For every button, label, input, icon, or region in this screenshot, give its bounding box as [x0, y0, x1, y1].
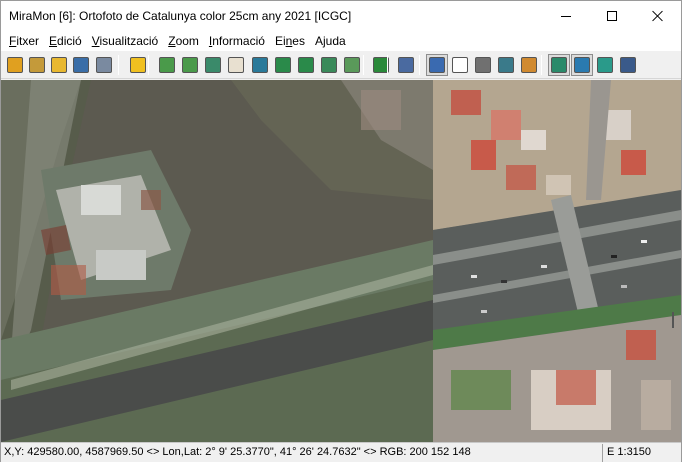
menu-ajuda[interactable]: Ajuda: [310, 31, 351, 51]
measure-icon: [498, 57, 514, 73]
menu-fitxer[interactable]: Fitxer: [4, 31, 44, 51]
identify-button[interactable]: [472, 54, 494, 76]
open-icon: [29, 57, 45, 73]
toolbar-separator: [541, 55, 542, 75]
zoom-window-icon: [205, 57, 221, 73]
menu-informacio[interactable]: Informació: [204, 31, 270, 51]
pan-hand-button[interactable]: [225, 54, 247, 76]
status-bar: X,Y: 429580.00, 4587969.50 <> Lon,Lat: 2…: [1, 442, 681, 462]
view-all-icon: [252, 57, 268, 73]
toolbar: [1, 51, 681, 79]
refresh-button[interactable]: [370, 54, 392, 76]
legend-icon: [574, 57, 590, 73]
toolbar-separator: [148, 55, 149, 75]
table-icon: [620, 57, 636, 73]
select-arrow-button[interactable]: [449, 54, 471, 76]
layers-icon: [551, 57, 567, 73]
minimize-button[interactable]: [543, 1, 589, 31]
miramon-window: MiraMon [6]: Ortofoto de Catalunya color…: [0, 0, 682, 462]
open-button[interactable]: [26, 54, 48, 76]
measure-button[interactable]: [495, 54, 517, 76]
zoom-out-button[interactable]: [179, 54, 201, 76]
toolbar-separator: [387, 55, 388, 75]
open-recent-icon: [51, 57, 67, 73]
layers-button[interactable]: [548, 54, 570, 76]
toolbar-separator: [118, 55, 119, 75]
orthophoto-image: [1, 80, 681, 442]
pan-hand-icon: [228, 57, 244, 73]
scale-readout: E 1:3150: [602, 444, 680, 462]
download-icon: [597, 57, 613, 73]
zoom-window-button[interactable]: [202, 54, 224, 76]
menu-zoom[interactable]: Zoom: [163, 31, 204, 51]
menu-eines[interactable]: Eines: [270, 31, 310, 51]
brightness-button[interactable]: [127, 54, 149, 76]
next-view-icon: [298, 57, 314, 73]
toolbar-separator: [363, 55, 364, 75]
select-arrow-icon: [452, 57, 468, 73]
save-button[interactable]: [70, 54, 92, 76]
vertical-resize-grip[interactable]: [672, 312, 674, 328]
new-map-button[interactable]: [4, 54, 26, 76]
maximize-button[interactable]: [589, 1, 635, 31]
tools-icon: [398, 57, 414, 73]
zoom-selection-icon: [344, 57, 360, 73]
window-title: MiraMon [6]: Ortofoto de Catalunya color…: [9, 9, 352, 23]
previous-view-icon: [275, 57, 291, 73]
maximize-icon: [607, 11, 617, 21]
info-button[interactable]: [426, 54, 448, 76]
print-icon: [96, 57, 112, 73]
toolbar-separator: [419, 55, 420, 75]
menu-visualitzacio[interactable]: Visualització: [87, 31, 164, 51]
zoom-in-button[interactable]: [156, 54, 178, 76]
minimize-icon: [561, 15, 571, 17]
identify-icon: [475, 57, 491, 73]
open-recent-button[interactable]: [48, 54, 70, 76]
print-button[interactable]: [93, 54, 115, 76]
edit-pencil-icon: [521, 57, 537, 73]
table-button[interactable]: [617, 54, 639, 76]
edit-pencil-button[interactable]: [518, 54, 540, 76]
info-icon: [429, 57, 445, 73]
zoom-layer-icon: [321, 57, 337, 73]
close-icon: [652, 10, 664, 22]
coordinates-readout: X,Y: 429580.00, 4587969.50 <> Lon,Lat: 2…: [4, 446, 471, 458]
zoom-out-icon: [182, 57, 198, 73]
brightness-icon: [130, 57, 146, 73]
previous-view-button[interactable]: [272, 54, 294, 76]
map-view[interactable]: [1, 80, 681, 442]
tools-button[interactable]: [395, 54, 417, 76]
download-button[interactable]: [594, 54, 616, 76]
next-view-button[interactable]: [295, 54, 317, 76]
zoom-selection-button[interactable]: [341, 54, 363, 76]
menu-bar: Fitxer Edició Visualització Zoom Informa…: [1, 31, 681, 51]
legend-button[interactable]: [571, 54, 593, 76]
view-all-button[interactable]: [249, 54, 271, 76]
close-button[interactable]: [635, 1, 681, 31]
save-icon: [73, 57, 89, 73]
title-bar[interactable]: MiraMon [6]: Ortofoto de Catalunya color…: [1, 1, 681, 31]
menu-edicio[interactable]: Edició: [44, 31, 87, 51]
new-map-icon: [7, 57, 23, 73]
zoom-layer-button[interactable]: [318, 54, 340, 76]
zoom-in-icon: [159, 57, 175, 73]
